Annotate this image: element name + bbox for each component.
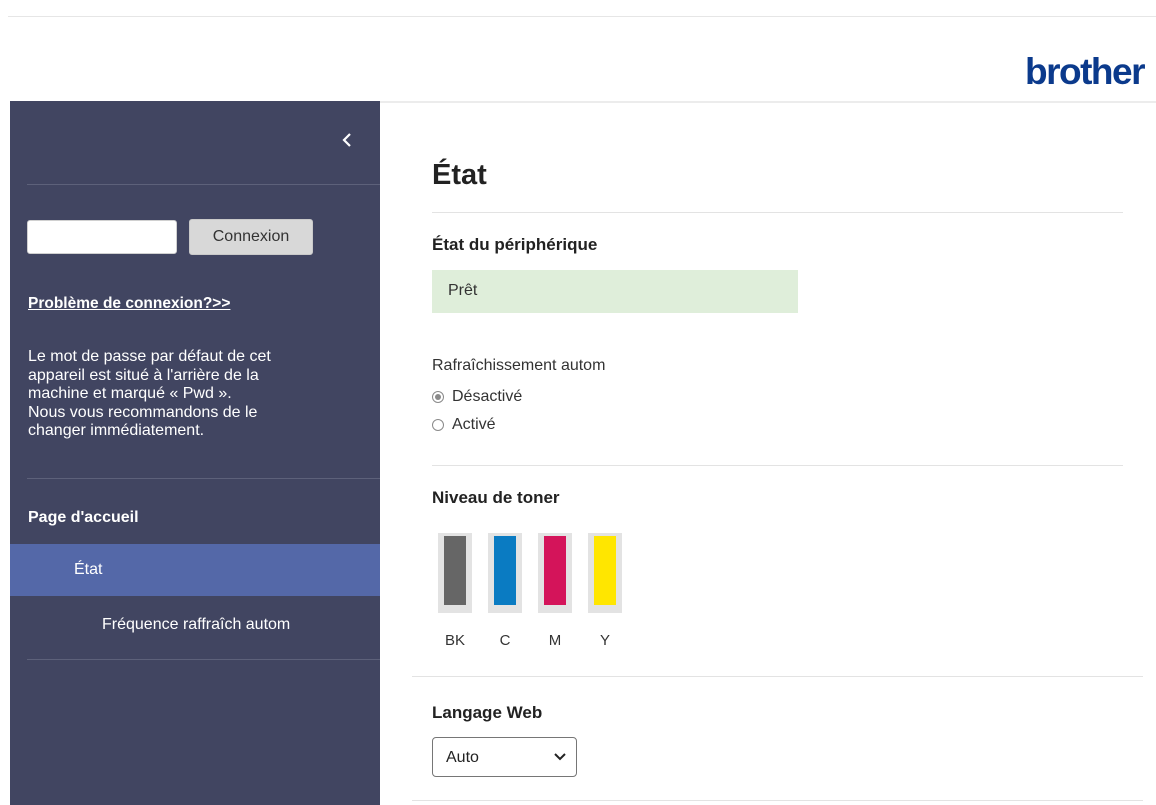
section-divider bbox=[432, 212, 1123, 213]
notice-line: machine et marqué « Pwd ». bbox=[28, 385, 232, 402]
nav-item-status-label: État bbox=[74, 561, 103, 578]
toner-heading: Niveau de toner bbox=[432, 488, 560, 507]
toner-fill bbox=[494, 536, 516, 605]
toner-fill bbox=[594, 536, 616, 605]
sidebar-divider bbox=[27, 478, 380, 479]
collapse-sidebar-icon[interactable] bbox=[340, 129, 354, 151]
device-status-value: Prêt bbox=[448, 282, 478, 299]
auto-refresh-label: Rafraîchissement autom bbox=[432, 357, 606, 374]
nav-item-home[interactable]: Page d'accueil bbox=[28, 509, 139, 527]
brother-logo: brother bbox=[1025, 51, 1146, 92]
toner-y-gauge bbox=[588, 533, 622, 613]
sidebar: Connexion Problème de connexion?>> Le mo… bbox=[10, 101, 380, 805]
default-password-notice: Le mot de passe par défaut de cet appare… bbox=[28, 348, 358, 441]
notice-line: Nous vous recommandons de le bbox=[28, 403, 258, 421]
toner-fill bbox=[544, 536, 566, 605]
sidebar-divider bbox=[27, 659, 380, 660]
nav-item-status[interactable]: État bbox=[10, 544, 380, 596]
web-language-heading: Langage Web bbox=[432, 703, 543, 722]
auto-refresh-off-radio[interactable]: Désactivé bbox=[432, 387, 522, 407]
notice-line: Le mot de passe par défaut de cet bbox=[28, 348, 271, 365]
toner-bk-gauge bbox=[438, 533, 472, 613]
section-divider bbox=[412, 800, 1143, 801]
sidebar-divider bbox=[27, 184, 380, 185]
radio-label: Désactivé bbox=[452, 388, 523, 405]
nav-item-refresh-frequency[interactable]: Fréquence raffraîch autom bbox=[102, 616, 290, 634]
header: brother bbox=[8, 17, 1156, 101]
radio-unchecked-icon bbox=[432, 419, 444, 431]
notice-line: changer immédiatement. bbox=[28, 422, 205, 439]
toner-c-gauge bbox=[488, 533, 522, 613]
section-divider bbox=[412, 676, 1143, 677]
radio-label: Activé bbox=[452, 416, 496, 433]
toner-m-label: M bbox=[548, 632, 562, 649]
password-input[interactable] bbox=[27, 220, 177, 254]
main-content: État État du périphérique Prêt Rafraîchi… bbox=[380, 103, 1156, 805]
page-title: État bbox=[432, 159, 487, 191]
web-language-value: Auto bbox=[446, 749, 479, 766]
toner-y-label: Y bbox=[599, 632, 610, 649]
login-problem-link[interactable]: Problème de connexion?>> bbox=[28, 295, 230, 313]
radio-checked-icon bbox=[432, 391, 444, 403]
device-status-heading: État du périphérique bbox=[432, 235, 598, 254]
toner-bk-label: BK bbox=[444, 632, 465, 649]
login-button[interactable]: Connexion bbox=[189, 219, 313, 255]
section-divider bbox=[432, 465, 1123, 466]
web-language-select[interactable]: Auto bbox=[432, 737, 577, 777]
auto-refresh-on-radio[interactable]: Activé bbox=[432, 415, 496, 435]
device-status-badge: Prêt bbox=[432, 270, 798, 313]
chevron-down-icon bbox=[554, 753, 566, 761]
toner-m-gauge bbox=[538, 533, 572, 613]
toner-c-label: C bbox=[499, 632, 511, 649]
notice-line: appareil est situé à l'arrière de la bbox=[28, 366, 259, 384]
toner-fill bbox=[444, 536, 466, 605]
